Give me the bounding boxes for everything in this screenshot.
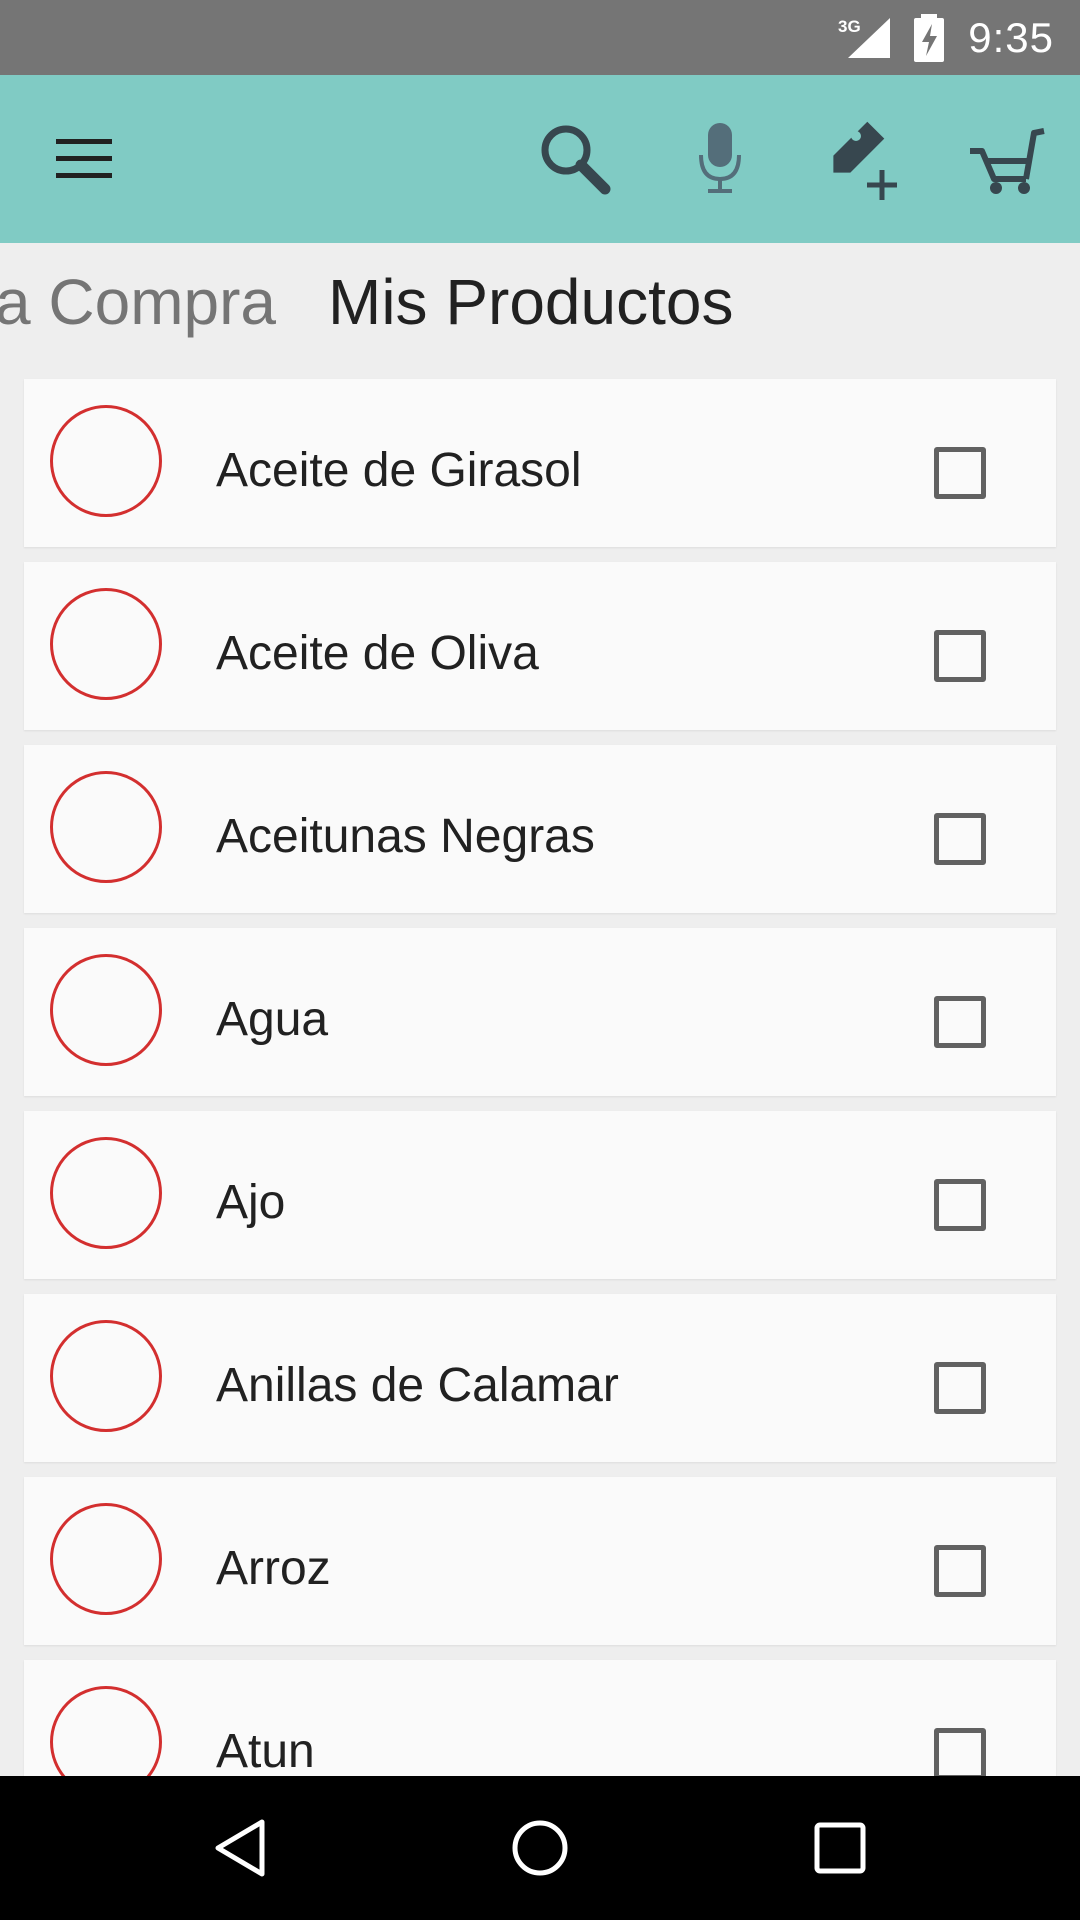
product-checkbox[interactable] bbox=[934, 1545, 986, 1597]
microphone-icon bbox=[699, 123, 741, 193]
tab-bar: a Compra Mis Productos bbox=[0, 243, 1080, 375]
product-name: Agua bbox=[216, 993, 329, 1046]
home-button[interactable] bbox=[480, 1798, 600, 1898]
add-product-button[interactable] bbox=[805, 99, 925, 219]
product-color-circle[interactable] bbox=[50, 771, 162, 883]
product-checkbox[interactable] bbox=[934, 447, 986, 499]
svg-text:3G: 3G bbox=[838, 17, 861, 36]
list-item[interactable]: Arroz bbox=[24, 1477, 1056, 1645]
home-circle-icon bbox=[512, 1820, 568, 1876]
recents-button[interactable] bbox=[780, 1798, 900, 1898]
app-toolbar bbox=[0, 75, 1080, 243]
status-time: 9:35 bbox=[968, 13, 1054, 61]
product-name: Ajo bbox=[216, 1176, 286, 1229]
search-icon bbox=[541, 125, 611, 195]
product-name: Arroz bbox=[216, 1542, 331, 1595]
tab-lista-compra[interactable]: a Compra bbox=[0, 265, 276, 339]
list-item[interactable]: Aceite de Oliva bbox=[24, 562, 1056, 730]
list-item[interactable]: Anillas de Calamar bbox=[24, 1294, 1056, 1462]
back-button[interactable] bbox=[180, 1798, 300, 1898]
shopping-cart-icon bbox=[970, 128, 1045, 194]
product-checkbox[interactable] bbox=[934, 1179, 986, 1231]
product-color-circle[interactable] bbox=[50, 1503, 162, 1615]
product-color-circle[interactable] bbox=[50, 954, 162, 1066]
product-name: Atun bbox=[216, 1725, 315, 1776]
product-color-circle[interactable] bbox=[50, 1686, 162, 1776]
tag-add-icon bbox=[833, 121, 897, 200]
product-checkbox[interactable] bbox=[934, 813, 986, 865]
back-triangle-icon bbox=[215, 1819, 265, 1877]
product-color-circle[interactable] bbox=[50, 588, 162, 700]
system-nav-bar bbox=[0, 1776, 1080, 1920]
product-name: Anillas de Calamar bbox=[216, 1359, 619, 1412]
product-checkbox[interactable] bbox=[934, 1362, 986, 1414]
list-item[interactable]: Ajo bbox=[24, 1111, 1056, 1279]
product-name: Aceite de Oliva bbox=[216, 627, 539, 680]
list-item[interactable]: Aceitunas Negras bbox=[24, 745, 1056, 913]
signal-3g-icon: 3G bbox=[838, 17, 891, 58]
product-checkbox[interactable] bbox=[934, 996, 986, 1048]
product-color-circle[interactable] bbox=[50, 1320, 162, 1432]
product-list: Aceite de Girasol Aceite de Oliva Aceitu… bbox=[0, 375, 1080, 1776]
tab-mis-productos[interactable]: Mis Productos bbox=[328, 265, 733, 339]
product-color-circle[interactable] bbox=[50, 1137, 162, 1249]
product-checkbox[interactable] bbox=[934, 630, 986, 682]
status-bar: 3G 9:35 bbox=[0, 0, 1080, 75]
list-item[interactable]: Atun bbox=[24, 1660, 1056, 1776]
voice-button[interactable] bbox=[660, 99, 780, 219]
product-color-circle[interactable] bbox=[50, 405, 162, 517]
cart-button[interactable] bbox=[946, 99, 1066, 219]
product-name: Aceitunas Negras bbox=[216, 810, 595, 863]
search-button[interactable] bbox=[515, 99, 635, 219]
menu-button[interactable] bbox=[24, 99, 144, 219]
list-item[interactable]: Agua bbox=[24, 928, 1056, 1096]
product-name: Aceite de Girasol bbox=[216, 444, 582, 497]
product-checkbox[interactable] bbox=[934, 1728, 986, 1776]
hamburger-menu-icon bbox=[56, 139, 112, 178]
battery-charging-icon bbox=[914, 13, 945, 62]
recents-square-icon bbox=[814, 1822, 866, 1874]
list-item[interactable]: Aceite de Girasol bbox=[24, 379, 1056, 547]
